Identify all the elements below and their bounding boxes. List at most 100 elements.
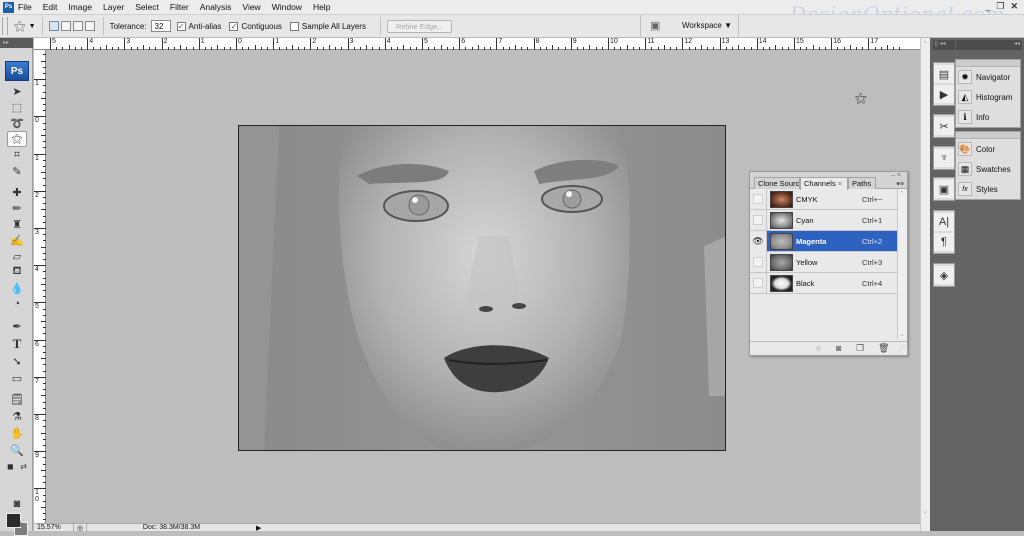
scroll-down-icon[interactable]: ⌄ (922, 507, 928, 515)
dock-expand-icon[interactable]: ◂◂ (956, 40, 1022, 50)
zoom-level[interactable]: 15.57% (34, 524, 74, 531)
close-icon[interactable]: ✕ (1010, 1, 1018, 12)
delete-channel-icon[interactable]: 🗑 (878, 343, 889, 354)
intersect-selection-mode-button[interactable] (84, 21, 95, 31)
load-channel-as-selection-icon[interactable]: ○ (816, 343, 821, 353)
dodge-tool-icon[interactable]: ◔ (7, 296, 27, 312)
character-icon[interactable]: A| (934, 213, 954, 231)
pen-tool-icon[interactable]: ✒ (7, 318, 27, 334)
visibility-toggle[interactable] (750, 272, 767, 294)
histogram-panel-button[interactable]: ◭ Histogram (956, 87, 1020, 107)
layers-icon[interactable]: ◈ (934, 266, 954, 284)
anti-alias-checkbox[interactable]: ✓ Anti-alias (176, 21, 221, 31)
file-browser-icon[interactable]: ▣ (650, 19, 660, 32)
default-colors-icon[interactable]: ◼ (7, 462, 14, 471)
channel-row[interactable]: CMYK Ctrl+~ (750, 188, 897, 210)
scroll-up-icon[interactable]: ⌃ (922, 40, 928, 48)
canvas-vertical-scrollbar[interactable]: ⌃ ⌄ (920, 38, 930, 531)
scroll-down-icon[interactable]: ⌄ (899, 330, 905, 338)
channel-row[interactable]: Yellow Ctrl+3 (750, 251, 897, 273)
channel-row[interactable]: Black Ctrl+4 (750, 272, 897, 294)
paint-bucket-tool-icon[interactable]: ⛾ (7, 264, 27, 280)
channel-row[interactable]: 👁 Magenta Ctrl+2 (750, 230, 897, 252)
info-panel-button[interactable]: ℹ Info (956, 107, 1020, 127)
notes-tool-icon[interactable]: 🗒 (7, 391, 27, 407)
panel-menu-icon[interactable]: ▾≡ (896, 180, 904, 188)
lasso-tool-icon[interactable]: ➰ (7, 115, 27, 131)
brush-tool-icon[interactable]: ✏ (7, 200, 27, 216)
brushes-icon[interactable]: ♆ (934, 149, 954, 167)
marquee-tool-icon[interactable]: ⬚ (7, 99, 27, 115)
close-tab-icon[interactable]: × (838, 179, 842, 188)
color-panel-button[interactable]: 🎨 Color (956, 139, 1020, 159)
menu-help[interactable]: Help (313, 2, 330, 12)
minimize-icon[interactable]: _ (985, 1, 990, 12)
type-tool-icon[interactable]: T (7, 336, 27, 352)
channel-list-scrollbar[interactable]: ⌃ ⌄ (897, 189, 907, 339)
actions-icon[interactable]: ▶ (934, 85, 954, 103)
refine-edge-button[interactable]: Refine Edge... (386, 19, 453, 33)
styles-panel-button[interactable]: fx Styles (956, 179, 1020, 199)
magic-wand-tool-icon[interactable]: ⚝ (7, 131, 27, 147)
document-image[interactable] (238, 125, 726, 451)
menu-filter[interactable]: Filter (170, 2, 189, 12)
menu-window[interactable]: Window (272, 2, 302, 12)
slice-tool-icon[interactable]: ✎ (7, 163, 27, 179)
move-tool-icon[interactable]: ➤ (7, 83, 27, 99)
contiguous-checkbox[interactable]: ✓ Contiguous (229, 21, 282, 31)
tool-preset-dropdown-icon[interactable]: ▼ (29, 23, 36, 30)
vertical-ruler[interactable]: 1 0 1 2 3 4 5 6 7 8 9 10 (34, 50, 46, 523)
hand-tool-icon[interactable]: ✋ (7, 425, 27, 441)
tab-paths[interactable]: Paths (848, 177, 876, 189)
info-panel-icon[interactable]: ▣ (934, 180, 954, 198)
channel-row[interactable]: Cyan Ctrl+1 (750, 209, 897, 231)
history-brush-tool-icon[interactable]: ✍ (7, 232, 27, 248)
menu-analysis[interactable]: Analysis (200, 2, 232, 12)
subtract-selection-mode-button[interactable] (72, 21, 83, 31)
quick-mask-icon[interactable]: ◙ (7, 496, 27, 512)
visibility-toggle[interactable] (750, 251, 767, 273)
default-swap-colors[interactable]: ◼ ⇄ (7, 458, 27, 474)
paragraph-icon[interactable]: ¶ (934, 233, 954, 251)
resize-grip-icon[interactable]: ⋰ (899, 345, 905, 352)
menu-edit[interactable]: Edit (43, 2, 58, 12)
visibility-toggle[interactable] (750, 188, 767, 210)
eraser-tool-icon[interactable]: ▱ (7, 248, 27, 264)
options-bar-grip[interactable] (2, 17, 8, 35)
panel-close-icons[interactable]: – × (891, 172, 901, 179)
menu-view[interactable]: View (242, 2, 260, 12)
menu-layer[interactable]: Layer (103, 2, 124, 12)
sample-all-layers-checkbox[interactable]: Sample All Layers (289, 21, 366, 31)
healing-brush-tool-icon[interactable]: ✚ (7, 184, 27, 200)
save-selection-as-channel-icon[interactable]: ◙ (836, 343, 841, 353)
visibility-toggle[interactable]: 👁 (750, 230, 767, 252)
menu-select[interactable]: Select (135, 2, 159, 12)
menu-file[interactable]: File (18, 2, 32, 12)
visibility-toggle[interactable] (750, 209, 767, 231)
scroll-up-icon[interactable]: ⌃ (899, 190, 905, 198)
shape-tool-icon[interactable]: ▭ (7, 370, 27, 386)
workspace-menu[interactable]: Workspace ▼ (682, 21, 732, 30)
eyedropper-tool-icon[interactable]: ⚗ (7, 408, 27, 424)
tolerance-input[interactable]: 32 (150, 20, 171, 32)
status-info-icon[interactable]: ◎ (74, 524, 86, 532)
clone-stamp-tool-icon[interactable]: ♜ (7, 216, 27, 232)
path-selection-tool-icon[interactable]: ➘ (7, 353, 27, 369)
swap-colors-icon[interactable]: ⇄ (20, 462, 27, 471)
navigator-panel-button[interactable]: ✹ Navigator (956, 67, 1020, 87)
restore-icon[interactable]: ❐ (996, 1, 1004, 12)
screen-mode-icon[interactable]: ▭ (7, 515, 27, 531)
add-selection-mode-button[interactable] (60, 21, 71, 31)
tool-presets-icon[interactable]: ✂ (934, 117, 954, 135)
swatches-panel-button[interactable]: ▦ Swatches (956, 159, 1020, 179)
horizontal-ruler[interactable]: 5 4 3 2 1 0 1 2 3 4 5 6 7 8 9 10 11 12 13 14 15 16 17 (34, 38, 924, 50)
blur-tool-icon[interactable]: 💧 (7, 280, 27, 296)
new-channel-icon[interactable]: ❐ (856, 343, 864, 354)
menu-image[interactable]: Image (68, 2, 92, 12)
dock-collapse-icon[interactable]: || ◂◂ (933, 40, 955, 50)
magic-wand-icon[interactable]: ⚝ (14, 19, 26, 34)
layer-comps-icon[interactable]: ▤ (934, 65, 954, 83)
status-menu-arrow-icon[interactable]: ▶ (256, 524, 266, 532)
tab-clone-source[interactable]: Clone Source (754, 177, 800, 189)
crop-tool-icon[interactable]: ⌗ (7, 147, 27, 163)
